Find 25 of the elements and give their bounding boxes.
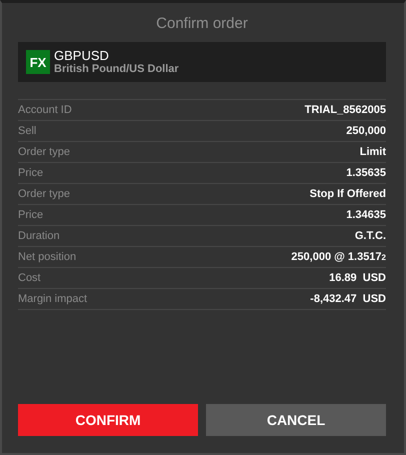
instrument-symbol: GBPUSD <box>54 48 110 62</box>
field-value: 250,000 <box>346 125 386 137</box>
field-label: Order type <box>18 146 70 158</box>
field-label: Price <box>18 209 44 221</box>
field-value: -8,432.47 USD <box>310 293 386 305</box>
fx-badge: FX <box>26 50 50 74</box>
cancel-button[interactable]: CANCEL <box>206 404 386 436</box>
confirm-button[interactable]: CONFIRM <box>18 404 198 436</box>
dialog-title: Confirm order <box>155 15 249 32</box>
field-value: 1.34635 <box>346 209 386 221</box>
instrument-description: British Pound/US Dollar <box>54 62 179 76</box>
field-label: Duration <box>18 230 60 242</box>
field-label: Sell <box>18 125 36 137</box>
field-value: 16.89 USD <box>329 272 386 284</box>
field-label: Account ID <box>18 104 72 116</box>
field-value: Limit <box>360 146 386 158</box>
field-value: 1.35635 <box>346 167 386 179</box>
field-value: G.T.C. <box>354 230 386 242</box>
field-label: Cost <box>18 272 41 284</box>
field-value: Stop If Offered <box>310 188 386 200</box>
field-label: Order type <box>18 188 70 200</box>
field-value: TRIAL_8562005 <box>304 104 386 116</box>
field-label: Price <box>18 167 44 179</box>
field-label: Margin impact <box>18 293 88 305</box>
field-label: Net position <box>18 251 76 263</box>
